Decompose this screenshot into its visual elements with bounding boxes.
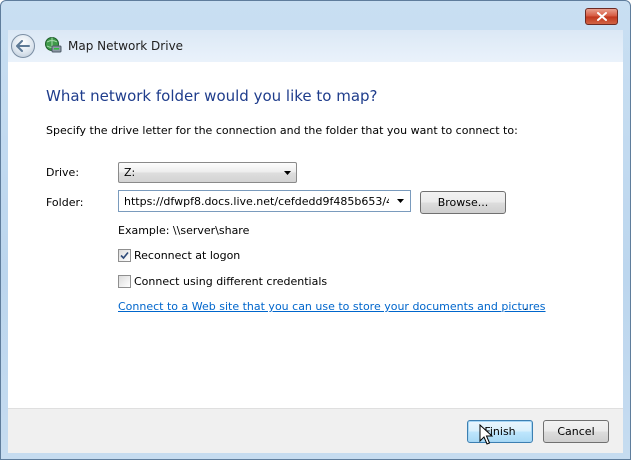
window-title: Map Network Drive (68, 39, 184, 53)
chevron-down-icon[interactable] (397, 199, 404, 203)
web-storage-link[interactable]: Connect to a Web site that you can use t… (118, 300, 546, 313)
cancel-button[interactable]: Cancel (543, 420, 609, 443)
folder-input[interactable]: https://dfwpf8.docs.live.net/cefdedd9f48… (124, 195, 389, 208)
close-icon (597, 12, 607, 21)
checkmark-icon (120, 251, 129, 260)
finish-button[interactable]: Finish (467, 420, 533, 443)
drive-select-value: Z: (124, 166, 136, 179)
back-arrow-icon (16, 40, 30, 52)
link-period: . (524, 300, 528, 313)
folder-combobox[interactable]: https://dfwpf8.docs.live.net/cefdedd9f48… (118, 190, 411, 212)
drive-select[interactable]: Z: (118, 162, 297, 183)
different-credentials-label[interactable]: Connect using different credentials (134, 275, 327, 288)
close-button[interactable] (585, 8, 618, 25)
reconnect-label[interactable]: Reconnect at logon (134, 249, 240, 262)
back-button[interactable] (11, 34, 35, 58)
folder-label: Folder: (46, 196, 84, 209)
folder-example-text: Example: \\server\share (118, 224, 250, 237)
reconnect-checkbox[interactable] (118, 249, 131, 262)
different-credentials-checkbox[interactable] (118, 275, 131, 288)
network-drive-icon (45, 37, 62, 53)
drive-label: Drive: (46, 166, 80, 179)
chevron-down-icon (284, 171, 291, 175)
mouse-pointer-icon (479, 424, 493, 445)
wizard-content (8, 62, 623, 408)
browse-button[interactable]: Browse... (420, 191, 506, 214)
wizard-heading: What network folder would you like to ma… (46, 87, 378, 105)
wizard-instruction: Specify the drive letter for the connect… (46, 124, 518, 137)
